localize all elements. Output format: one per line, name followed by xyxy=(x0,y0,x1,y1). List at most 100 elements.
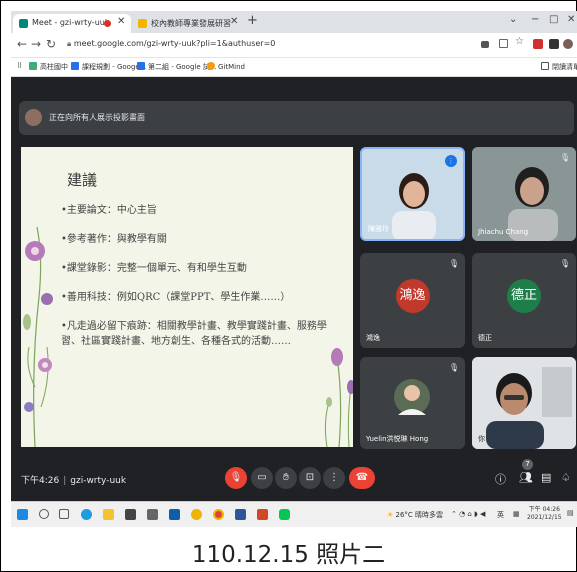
participant-tile[interactable]: ⋮ 陳雅玲 xyxy=(360,147,465,241)
bookmarks-bar: ⠿ 高柱國中 課程規劃 - Googe... 第二組 - Google 試...… xyxy=(11,58,577,77)
participant-tile[interactable]: 🎙︎ Jhiachu Chang xyxy=(472,147,576,241)
meet-controls: 下午4:26 | gzi-wrty-uuk 🎙︎ ▭ ✋︎ ⊡ ⋮ ☎︎ ⓘ 7 👥… xyxy=(11,451,577,501)
close-tab-icon[interactable]: ✕ xyxy=(117,16,125,27)
line-icon[interactable] xyxy=(279,509,290,520)
screenshot: Meet - gzi-wrty-uuk ✕ 校內教師專業發展研習 ✕ + ⌄ −… xyxy=(11,11,577,527)
mic-off-icon: 🎙︎ xyxy=(559,153,570,162)
participant-tile[interactable]: 🎙︎ Yuelin洪悦琳 Hong xyxy=(360,357,465,449)
bookmark-item[interactable]: 高柱國中 xyxy=(29,62,68,72)
info-icon[interactable]: ⓘ xyxy=(495,471,506,487)
people-icon[interactable]: 👥︎ xyxy=(519,471,533,484)
profile-avatar[interactable] xyxy=(563,39,573,49)
participant-name: 德正 xyxy=(478,334,492,342)
camera-icon[interactable] xyxy=(481,41,489,48)
participant-name: Jhiachu Chang xyxy=(478,228,529,236)
slide-bullet: •主要論文：中心主旨 xyxy=(61,205,157,216)
close-window-button[interactable]: ✕ xyxy=(567,14,575,25)
raise-hand-button[interactable]: ✋︎ xyxy=(275,467,297,489)
weather[interactable]: ☀︎ 26°C 晴時多雲 xyxy=(387,510,443,520)
activities-icon[interactable]: ♤ xyxy=(561,471,571,484)
recording-dot-icon xyxy=(104,20,111,27)
participant-avatar: 德正 xyxy=(507,278,541,313)
bookmark-item[interactable]: GitMind xyxy=(207,62,245,71)
meet-area: 正在向所有人展示投影畫面 建議 •主要論文：中心主旨 •參考著作：與教學有關 •… xyxy=(11,77,577,501)
mic-toggle-button[interactable]: 🎙︎ xyxy=(225,467,247,489)
participant-tile[interactable]: 你 xyxy=(472,357,576,449)
mail-icon[interactable] xyxy=(169,509,180,520)
input-language[interactable]: 英 xyxy=(497,510,504,520)
system-tray-icons[interactable]: ⌃ ◔ ⌂ ◗ ◀ xyxy=(451,510,485,518)
extension-icon[interactable] xyxy=(533,39,543,49)
present-button[interactable]: ⊡ xyxy=(299,467,321,489)
puzzle-icon[interactable] xyxy=(549,39,559,49)
powerpoint-icon[interactable] xyxy=(257,509,268,520)
edge-icon[interactable] xyxy=(81,509,92,520)
maximize-button[interactable]: □ xyxy=(549,14,558,25)
share-icon[interactable] xyxy=(499,39,508,48)
reload-icon[interactable]: ↻ xyxy=(46,37,56,51)
reading-list-icon xyxy=(541,62,549,70)
tab-training-title: 校內教師專業發展研習 xyxy=(151,19,231,28)
keyboard-icon[interactable]: ▦ xyxy=(513,510,520,518)
doc-icon xyxy=(138,19,147,28)
participant-video xyxy=(472,357,576,449)
tab-search-icon[interactable]: ⌄ xyxy=(509,14,517,25)
url-text: meet.google.com/gzi-wrty-uuk?pli=1&authu… xyxy=(73,39,276,48)
new-tab-button[interactable]: + xyxy=(247,13,258,28)
meeting-time: 下午4:26 xyxy=(21,476,60,486)
windows-taskbar: ☀︎ 26°C 晴時多雲 ⌃ ◔ ⌂ ◗ ◀ 英 ▦ 下午 04:26 2021… xyxy=(11,501,577,527)
participant-count-badge: 7 xyxy=(522,459,533,470)
mic-off-icon: 🎙︎ xyxy=(448,259,459,268)
presentation-slide: 建議 •主要論文：中心主旨 •參考著作：與教學有關 •課堂錄影：完整一個單元、有… xyxy=(21,147,353,447)
mic-off-icon: 🎙︎ xyxy=(559,259,570,268)
bookmark-item[interactable]: 課程規劃 - Googe... xyxy=(71,62,146,72)
star-icon[interactable]: ☆ xyxy=(515,36,525,47)
slide-bullets: •主要論文：中心主旨 •參考著作：與教學有關 •課堂錄影：完整一個單元、有和學生… xyxy=(61,203,346,349)
forward-icon[interactable]: → xyxy=(31,37,41,51)
leave-call-button[interactable]: ☎︎ xyxy=(349,467,375,489)
slide-bullet: •參考著作：與教學有關 xyxy=(61,234,167,245)
meeting-code: gzi-wrty-uuk xyxy=(70,476,127,486)
chrome-icon[interactable] xyxy=(213,509,224,520)
browser-tab-bar: Meet - gzi-wrty-uuk ✕ 校內教師專業發展研習 ✕ + ⌄ −… xyxy=(11,11,577,33)
participant-name: 鴻逸 xyxy=(366,334,380,342)
word-icon[interactable] xyxy=(235,509,246,520)
bookmark-item[interactable]: 第二組 - Google 試... xyxy=(137,62,217,72)
participant-tile[interactable]: 🎙︎ 德正 德正 xyxy=(472,253,576,348)
tab-training[interactable]: 校內教師專業發展研習 ✕ xyxy=(132,14,242,33)
apps-icon[interactable]: ⠿ xyxy=(17,62,22,70)
drive-icon xyxy=(137,62,145,70)
slide-title: 建議 xyxy=(67,171,98,189)
minimize-button[interactable]: − xyxy=(531,14,539,25)
participant-name: 你 xyxy=(478,435,485,443)
task-view-icon[interactable] xyxy=(59,509,69,519)
close-tab-icon[interactable]: ✕ xyxy=(230,16,238,27)
slide-bullet: •凡走過必留下痕跡：相關教學計畫、教學實踐計畫、服務學習、社區實踐計畫、地方創生… xyxy=(61,321,327,347)
lock-icon: 🔒︎ xyxy=(67,39,74,48)
tab-meet[interactable]: Meet - gzi-wrty-uuk ✕ xyxy=(13,14,131,33)
camera-toggle-button[interactable]: ▭ xyxy=(251,467,273,489)
notification-icon[interactable]: ▤ xyxy=(567,509,574,517)
reading-list[interactable]: 閉讀清單 xyxy=(541,62,577,72)
back-icon[interactable]: ← xyxy=(17,37,27,51)
clock-date: 2021/12/15 xyxy=(527,514,562,521)
participant-name: Yuelin洪悦琳 Hong xyxy=(366,435,429,443)
chat-icon[interactable]: ▤ xyxy=(541,471,551,484)
slide-bullet: •善用科技：例如QRC（課堂PPT、學生作業……） xyxy=(61,292,291,303)
photo-caption: 110.12.15 照片二 xyxy=(191,542,386,568)
speaking-indicator-icon: ⋮ xyxy=(445,155,457,167)
slide-bullet: •課堂錄影：完整一個單元、有和學生互動 xyxy=(61,263,247,274)
address-bar: ← → ↻ 🔒︎ meet.google.com/gzi-wrty-uuk?pl… xyxy=(11,33,577,58)
start-icon[interactable] xyxy=(17,509,28,520)
participant-tile[interactable]: 🎙︎ 鴻逸 鴻逸 xyxy=(360,253,465,348)
clock[interactable]: 下午 04:26 2021/12/15 xyxy=(527,506,562,522)
url-field[interactable]: 🔒︎ meet.google.com/gzi-wrty-uuk?pli=1&au… xyxy=(67,39,275,49)
grid-app-icon[interactable] xyxy=(147,509,158,520)
more-options-button[interactable]: ⋮ xyxy=(323,467,345,489)
meeting-info: 下午4:26 | gzi-wrty-uuk xyxy=(21,473,126,486)
app-icon[interactable] xyxy=(191,509,202,520)
presenter-avatar xyxy=(25,109,42,126)
search-icon[interactable] xyxy=(39,509,49,519)
file-explorer-icon[interactable] xyxy=(103,509,114,520)
store-icon[interactable] xyxy=(125,509,136,520)
